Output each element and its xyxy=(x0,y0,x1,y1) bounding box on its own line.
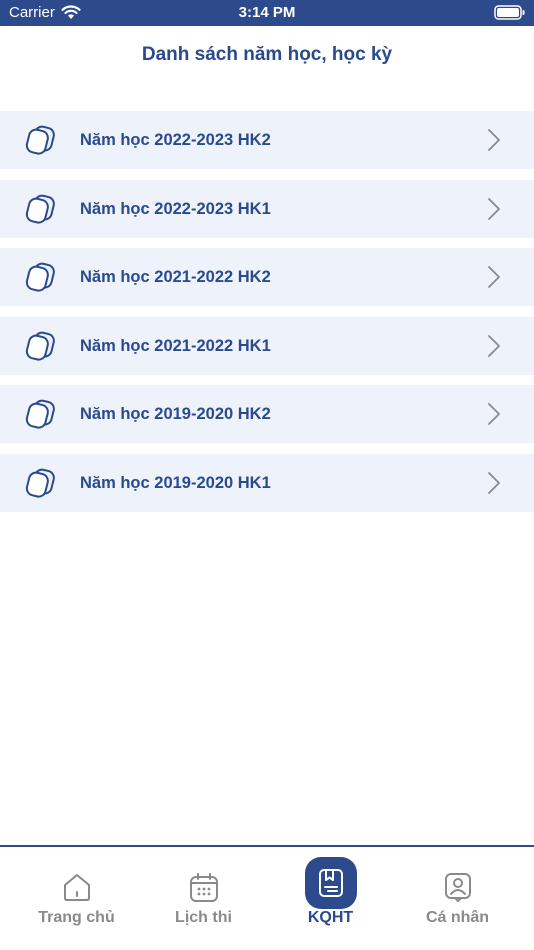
calendar-icon xyxy=(178,861,230,913)
stacked-cards-icon xyxy=(25,399,55,429)
tab-label-profile: Cá nhân xyxy=(425,909,490,926)
semester-label: Năm học 2021-2022 HK2 xyxy=(80,268,271,286)
results-book-icon xyxy=(304,857,357,909)
battery-icon xyxy=(494,5,526,25)
page-title: Danh sách năm học, học kỳ xyxy=(141,44,393,65)
chevron-right-icon xyxy=(488,129,500,151)
semester-list-item[interactable]: Năm học 2019-2020 HK2 xyxy=(0,385,534,443)
semester-list: Năm học 2022-2023 HK2 Năm học 2022-2023 … xyxy=(0,111,534,522)
stacked-cards-icon xyxy=(25,125,55,155)
stacked-cards-icon xyxy=(25,194,55,224)
bottom-tab-bar: Trang chủ Lịch thi KQHT Cá nhân xyxy=(0,845,534,950)
semester-list-item[interactable]: Năm học 2019-2020 HK1 xyxy=(0,453,534,512)
tab-label-exam-schedule: Lịch thi xyxy=(175,909,232,926)
semester-label: Năm học 2022-2023 HK2 xyxy=(80,131,271,149)
semester-list-item[interactable]: Năm học 2022-2023 HK1 xyxy=(0,179,534,238)
home-icon xyxy=(51,861,103,913)
stacked-cards-icon xyxy=(25,331,55,361)
stacked-cards-icon xyxy=(25,262,55,292)
semester-list-item[interactable]: Năm học 2022-2023 HK2 xyxy=(0,111,534,169)
chevron-right-icon xyxy=(488,471,500,494)
tab-label-home: Trang chủ xyxy=(38,909,115,926)
semester-list-item[interactable]: Năm học 2021-2022 HK1 xyxy=(0,316,534,375)
tab-exam-schedule[interactable]: Lịch thi xyxy=(137,847,270,950)
semester-label: Năm học 2019-2020 HK1 xyxy=(80,473,271,492)
semester-label: Năm học 2019-2020 HK2 xyxy=(80,405,271,423)
semester-label: Năm học 2022-2023 HK1 xyxy=(80,199,271,218)
chevron-right-icon xyxy=(488,403,500,425)
chevron-right-icon xyxy=(488,197,500,220)
semester-list-item[interactable]: Năm học 2021-2022 HK2 xyxy=(0,248,534,306)
chevron-right-icon xyxy=(488,266,500,288)
tab-results[interactable]: KQHT xyxy=(264,847,397,950)
tab-label-results: KQHT xyxy=(307,909,354,926)
profile-icon xyxy=(432,861,484,913)
status-bar: Carrier 3:14 PM xyxy=(0,0,534,26)
status-time: 3:14 PM xyxy=(238,4,296,21)
tab-profile[interactable]: Cá nhân xyxy=(391,847,524,950)
tab-home[interactable]: Trang chủ xyxy=(10,847,143,950)
chevron-right-icon xyxy=(488,334,500,357)
stacked-cards-icon xyxy=(25,468,55,498)
semester-label: Năm học 2021-2022 HK1 xyxy=(80,336,271,355)
